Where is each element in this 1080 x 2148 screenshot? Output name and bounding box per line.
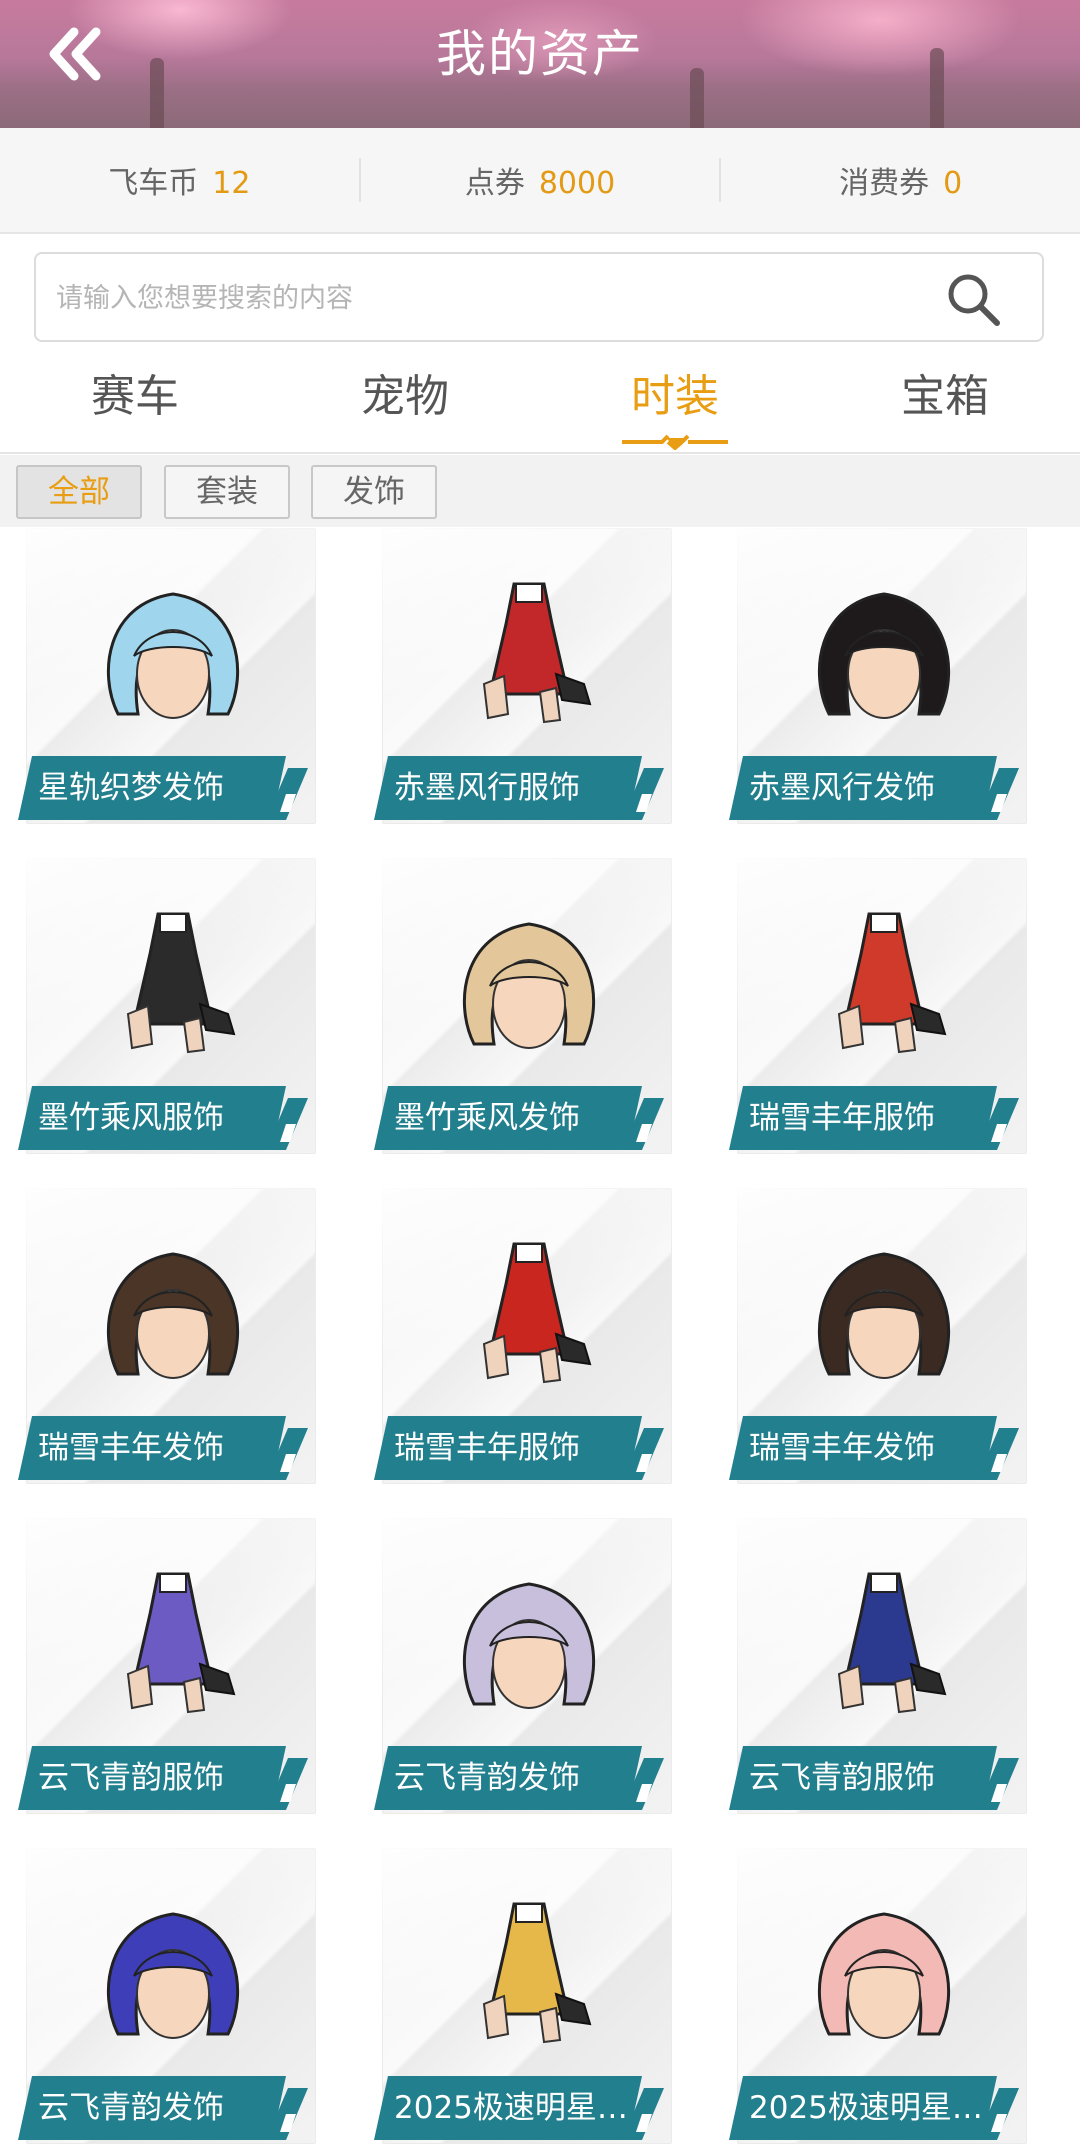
filter-hair[interactable]: 发饰	[311, 465, 437, 519]
outfit-icon	[126, 1572, 236, 1714]
search-icon[interactable]	[944, 270, 1002, 328]
item-card[interactable]: 瑞雪丰年服饰	[374, 1188, 680, 1488]
currency-label: 点券	[464, 166, 525, 201]
hair-accessory-icon	[462, 1582, 596, 1709]
hair-accessory-icon	[106, 1912, 240, 2039]
outfit-icon	[126, 912, 236, 1054]
tab-fashion[interactable]: 时装	[540, 352, 810, 452]
active-tab-indicator	[622, 434, 728, 450]
currency-value: 0	[943, 166, 963, 201]
item-name: 瑞雪丰年服饰	[374, 1416, 642, 1480]
outfit-icon	[482, 582, 592, 724]
item-card[interactable]: 瑞雪丰年服饰	[729, 858, 1035, 1158]
item-card[interactable]: 星轨织梦发饰	[18, 528, 324, 828]
hair-accessory-icon	[817, 1252, 951, 1379]
currency-voucher: 消费券 0	[721, 158, 1080, 202]
outfit-icon	[837, 1572, 947, 1714]
item-name: 2025极速明星…	[374, 2076, 642, 2140]
header-bar: 我的资产	[0, 0, 1080, 128]
filter-all[interactable]: 全部	[16, 465, 142, 519]
currency-bar: 飞车币 12 点券 8000 消费券 0	[0, 128, 1080, 234]
item-card[interactable]: 云飞青韵发饰	[18, 1848, 324, 2148]
hair-accessory-icon	[817, 592, 951, 719]
page-title: 我的资产	[436, 25, 644, 83]
filter-suit[interactable]: 套装	[164, 465, 290, 519]
tab-cars[interactable]: 赛车	[0, 352, 270, 452]
currency-value: 8000	[538, 166, 616, 201]
item-card[interactable]: 赤墨风行服饰	[374, 528, 680, 828]
currency-coin: 飞车币 12	[0, 158, 359, 202]
item-name: 瑞雪丰年发饰	[18, 1416, 286, 1480]
item-card[interactable]: 瑞雪丰年发饰	[729, 1188, 1035, 1488]
item-card[interactable]: 2025极速明星…	[729, 1848, 1035, 2148]
item-card[interactable]: 瑞雪丰年发饰	[18, 1188, 324, 1488]
item-card[interactable]: 墨竹乘风服饰	[18, 858, 324, 1158]
item-card[interactable]: 2025极速明星…	[374, 1848, 680, 2148]
hair-accessory-icon	[106, 592, 240, 719]
item-card[interactable]: 赤墨风行发饰	[729, 528, 1035, 828]
item-card[interactable]: 云飞青韵发饰	[374, 1518, 680, 1818]
item-name: 云飞青韵服饰	[729, 1746, 997, 1810]
currency-value: 12	[212, 166, 251, 201]
item-name: 云飞青韵服饰	[18, 1746, 286, 1810]
outfit-icon	[837, 912, 947, 1054]
item-name: 赤墨风行发饰	[729, 756, 997, 820]
tab-label: 时装	[631, 371, 719, 422]
item-name: 瑞雪丰年服饰	[729, 1086, 997, 1150]
hair-accessory-icon	[106, 1252, 240, 1379]
item-card[interactable]: 云飞青韵服饰	[729, 1518, 1035, 1818]
tab-chests[interactable]: 宝箱	[810, 352, 1080, 452]
currency-points: 点券 8000	[361, 158, 720, 202]
item-card[interactable]: 云飞青韵服饰	[18, 1518, 324, 1818]
item-name: 2025极速明星…	[729, 2076, 997, 2140]
search-box	[34, 252, 1044, 342]
currency-label: 消费券	[839, 166, 930, 201]
search-input[interactable]	[54, 254, 938, 342]
currency-label: 飞车币	[108, 166, 199, 201]
item-name: 墨竹乘风发饰	[374, 1086, 642, 1150]
item-name: 云飞青韵发饰	[374, 1746, 642, 1810]
item-name: 瑞雪丰年发饰	[729, 1416, 997, 1480]
hair-accessory-icon	[817, 1912, 951, 2039]
tab-pets[interactable]: 宠物	[270, 352, 540, 452]
item-card[interactable]: 墨竹乘风发饰	[374, 858, 680, 1158]
filter-bar: 全部 套装 发饰	[0, 455, 1080, 527]
item-name: 墨竹乘风服饰	[18, 1086, 286, 1150]
item-name: 星轨织梦发饰	[18, 756, 286, 820]
item-name: 云飞青韵发饰	[18, 2076, 286, 2140]
item-name: 赤墨风行服饰	[374, 756, 642, 820]
hair-accessory-icon	[462, 922, 596, 1049]
outfit-icon	[482, 1902, 592, 2044]
outfit-icon	[482, 1242, 592, 1384]
category-tabs: 赛车 宠物 时装 宝箱	[0, 352, 1080, 454]
